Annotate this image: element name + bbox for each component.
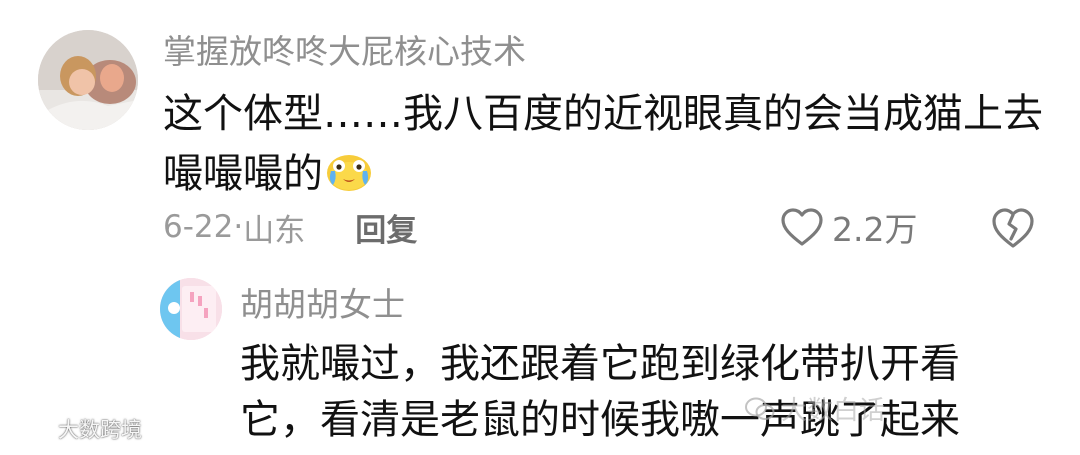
- reply-avatar[interactable]: [160, 278, 222, 340]
- comment-text-body: 这个体型……我八百度的近视眼真的会当成猫上去嘬嘬嘬的: [163, 91, 1043, 197]
- reply-button[interactable]: 回复: [355, 205, 417, 250]
- watermark-left-text: 大数跨境: [58, 418, 142, 442]
- comment-username[interactable]: 掌握放咚咚大屁核心技术: [163, 30, 526, 74]
- watermark-right-text: 大数白话: [781, 396, 886, 426]
- wechat-icon: [745, 397, 775, 420]
- watermark-right: 大数白话: [745, 390, 885, 427]
- reply-text: 我就嘬过，我还跟着它跑到绿化带扒开看它，看清是老鼠的时候我嗷一声跳了起来: [240, 341, 960, 443]
- comment-date: 6-22: [163, 209, 234, 245]
- like-count: 2.2万: [832, 210, 918, 249]
- broken-heart-icon: [992, 208, 1034, 248]
- heart-icon: [781, 208, 823, 246]
- reply-avatar-image: [160, 278, 222, 340]
- like-button[interactable]: 2.2万: [780, 204, 917, 250]
- avatar[interactable]: [38, 30, 138, 130]
- comment-text: 这个体型……我八百度的近视眼真的会当成猫上去嘬嘬嘬的: [163, 84, 1063, 204]
- reply-username[interactable]: 胡胡胡女士: [240, 283, 405, 327]
- crying-laughing-emoji-icon: [325, 149, 373, 193]
- comment-meta: 6-22 · 山东 回复: [163, 204, 417, 250]
- watermark-left: 大数跨境: [8, 414, 142, 444]
- meta-separator: ·: [233, 209, 244, 245]
- comment-location: 山东: [243, 212, 306, 249]
- watermark-logo-icon: [10, 421, 48, 438]
- dislike-button[interactable]: [990, 206, 1036, 250]
- avatar-photo: [38, 30, 138, 130]
